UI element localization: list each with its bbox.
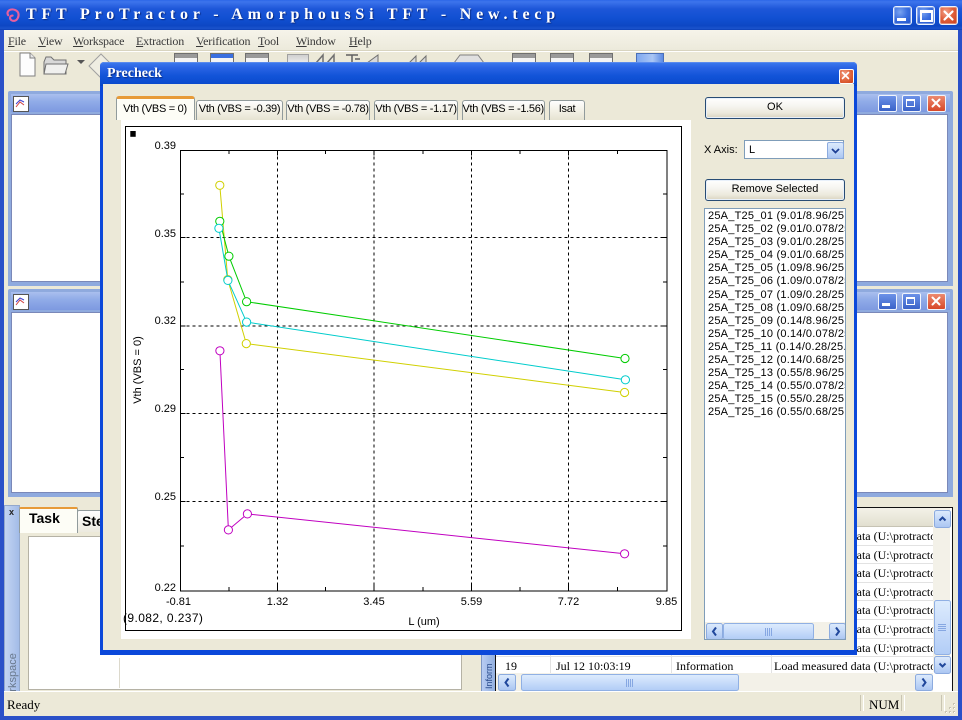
svg-text:5.59: 5.59 bbox=[461, 596, 482, 608]
svg-text:3.45: 3.45 bbox=[363, 596, 384, 608]
svg-text:-0.81: -0.81 bbox=[166, 596, 191, 608]
svg-text:1.32: 1.32 bbox=[267, 596, 288, 608]
svg-text:7.72: 7.72 bbox=[558, 596, 579, 608]
svg-text:(9.082, 0.237): (9.082, 0.237) bbox=[123, 611, 203, 625]
svg-text:0.29: 0.29 bbox=[155, 403, 176, 415]
svg-text:L (um): L (um) bbox=[408, 616, 439, 628]
svg-text:9.85: 9.85 bbox=[656, 596, 677, 608]
svg-text:0.35: 0.35 bbox=[155, 228, 176, 240]
svg-text:0.25: 0.25 bbox=[155, 491, 176, 503]
svg-text:Vth (VBS = 0): Vth (VBS = 0) bbox=[132, 336, 144, 404]
svg-text:0.22: 0.22 bbox=[155, 582, 176, 594]
svg-text:0.32: 0.32 bbox=[155, 315, 176, 327]
svg-text:0.39: 0.39 bbox=[155, 140, 176, 152]
